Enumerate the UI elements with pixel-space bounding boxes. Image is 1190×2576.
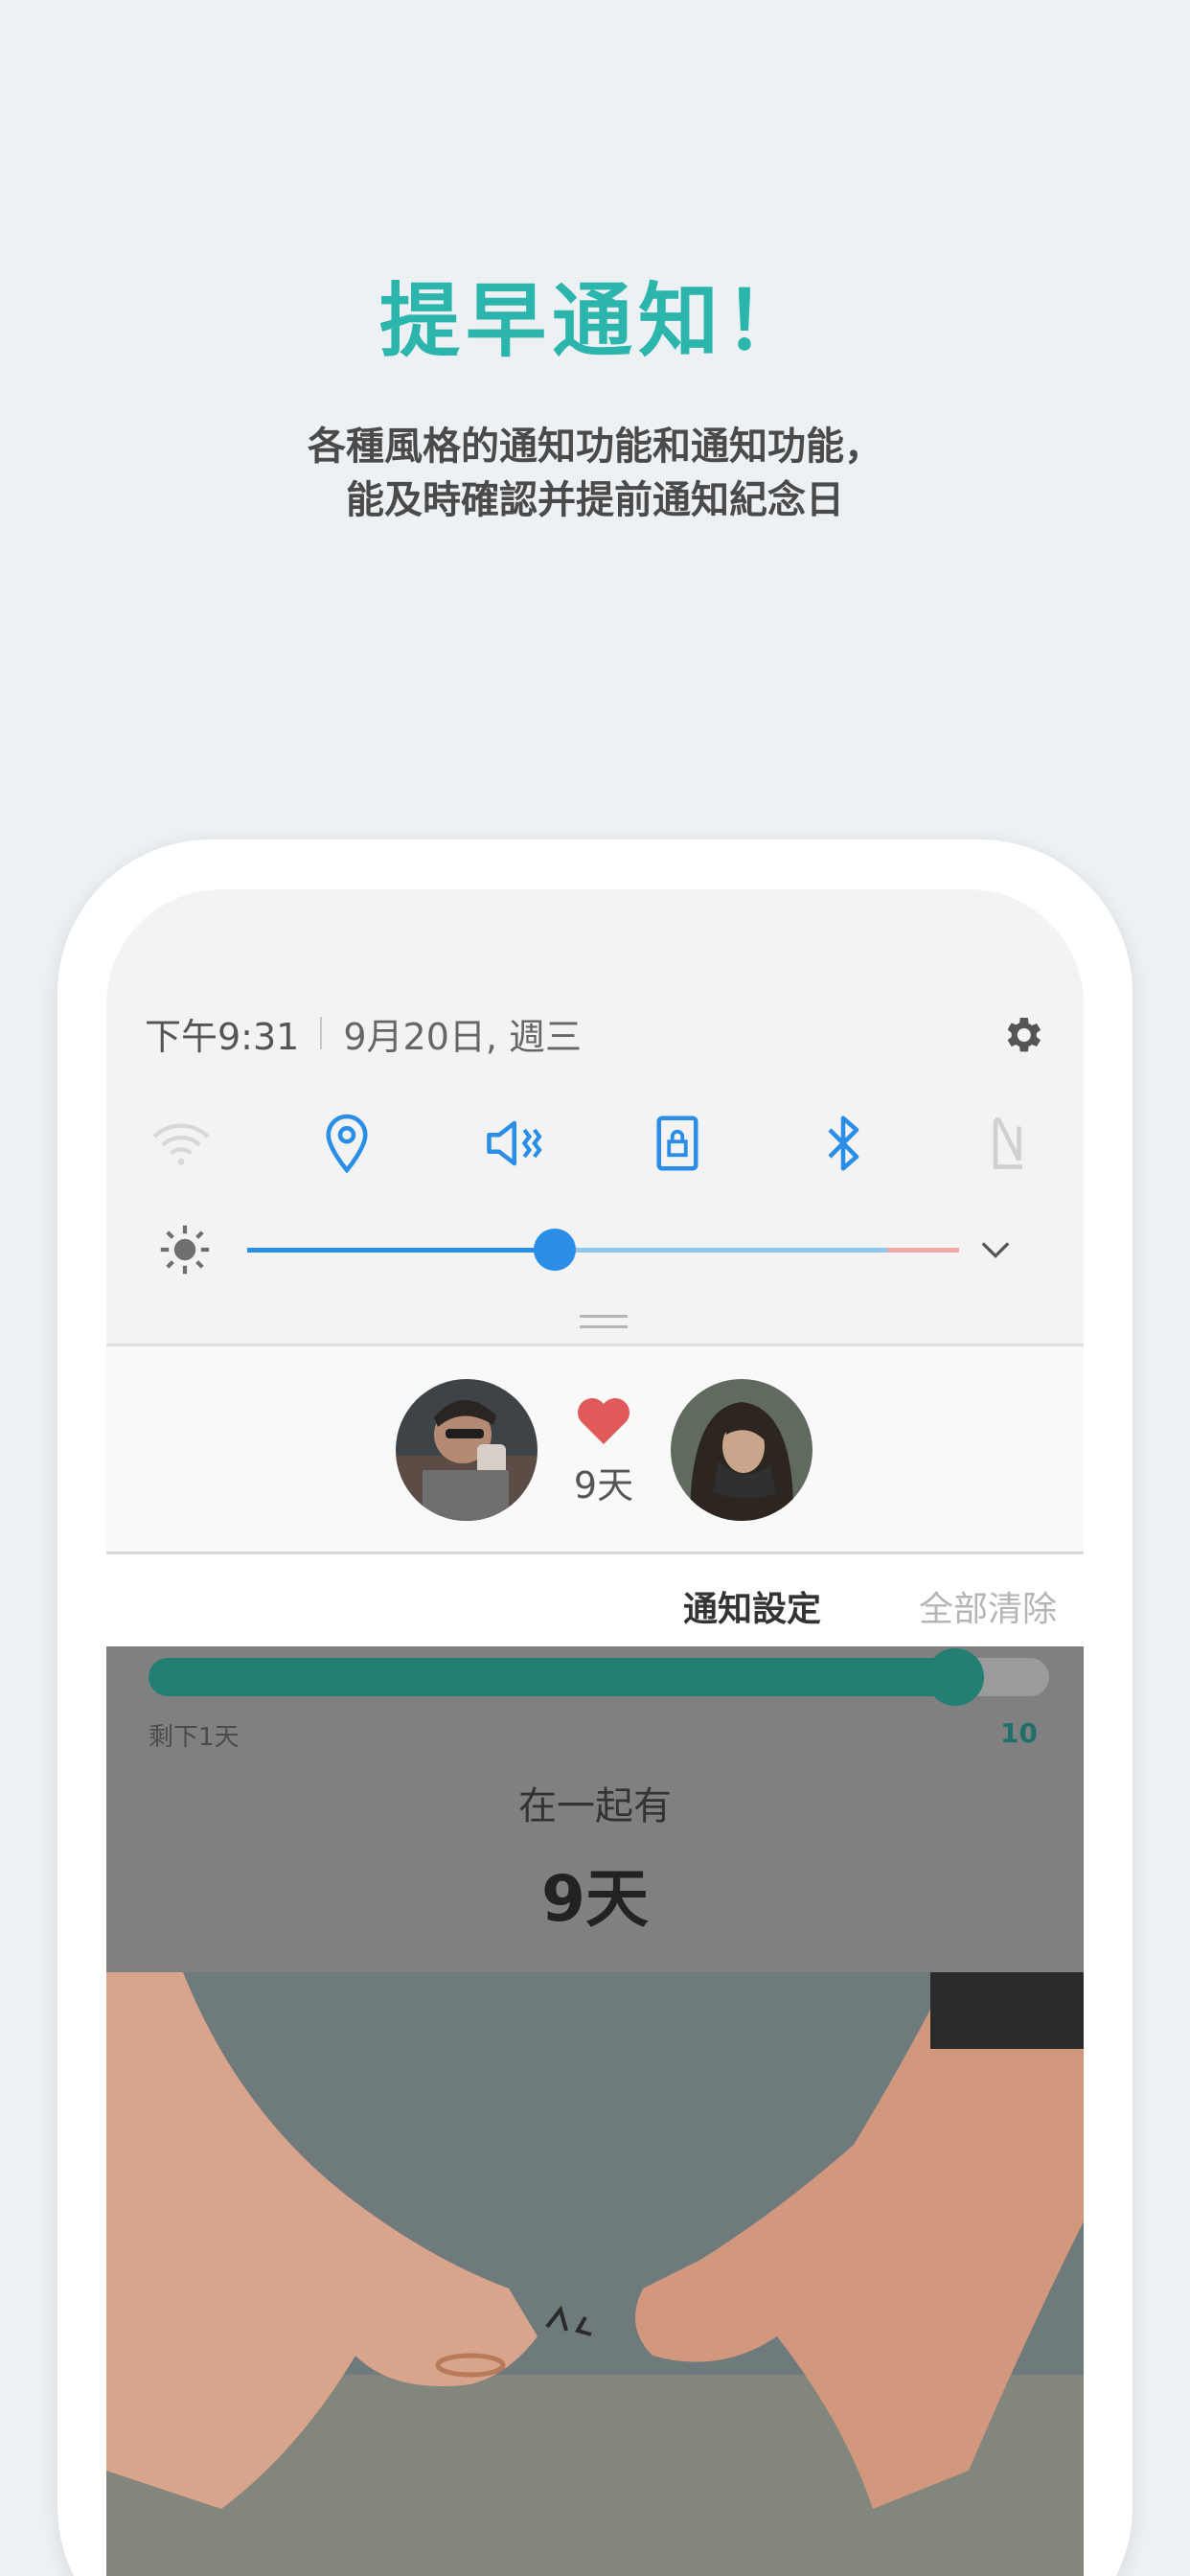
avatar-partner-1: [396, 1379, 538, 1521]
nfc-icon: [993, 1117, 1022, 1169]
progress-fill: [149, 1658, 963, 1696]
promo-subtitle-line1: 各種風格的通知功能和通知功能，: [308, 425, 882, 469]
mute-icon: [486, 1120, 542, 1166]
status-time: 下午9:31: [145, 1015, 300, 1058]
phone-screen: 下午9:31 9月20日, 週三 9天 通知設定 全部清除 剩下1天 10 在一…: [106, 889, 1084, 2576]
couple-photo: [106, 1972, 1084, 2576]
status-separator: [320, 1017, 323, 1049]
couple-days: 9天: [573, 1464, 634, 1506]
together-days: 9天: [541, 1862, 649, 1936]
bluetooth-toggle[interactable]: [807, 1107, 880, 1180]
location-icon: [326, 1114, 368, 1174]
promo-title: 提早通知！: [378, 274, 811, 368]
wifi-toggle[interactable]: [145, 1107, 217, 1180]
together-label: 在一起有: [518, 1784, 672, 1828]
brightness-row: [145, 1211, 1045, 1288]
location-toggle[interactable]: [310, 1107, 383, 1180]
bluetooth-icon: [828, 1116, 859, 1171]
status-date: 9月20日, 週三: [343, 1015, 583, 1058]
remaining-count: 10: [1000, 1717, 1038, 1749]
couple-card[interactable]: 9天: [106, 1346, 1084, 1552]
brightness-track-fill: [247, 1248, 556, 1253]
status-row: 下午9:31 9月20日, 週三: [145, 1004, 1045, 1062]
heart-icon: [578, 1398, 629, 1444]
brightness-track: [556, 1248, 887, 1253]
rotation-lock-toggle[interactable]: [641, 1107, 714, 1180]
remaining-label: 剩下1天: [149, 1723, 240, 1752]
promo-subtitle-line2: 能及時確認并提前通知紀念日: [346, 478, 844, 522]
panel-handle[interactable]: [580, 1315, 628, 1328]
notification-settings-button[interactable]: 通知設定: [683, 1581, 821, 1631]
brightness-icon: [160, 1225, 210, 1275]
brightness-track-high: [887, 1248, 959, 1253]
wifi-icon: [152, 1123, 210, 1165]
app-preview: 剩下1天 10 在一起有 9天: [106, 1646, 1084, 1972]
quick-toggles: [145, 1100, 1045, 1186]
promo-subtitle: 各種風格的通知功能和通知功能， 能及時確認并提前通知紀念日: [0, 420, 1190, 527]
nfc-toggle[interactable]: [973, 1107, 1045, 1180]
avatar-partner-2: [671, 1379, 812, 1521]
chevron-down-icon[interactable]: [974, 1229, 1017, 1271]
clear-all-button[interactable]: 全部清除: [919, 1581, 1057, 1631]
sound-toggle[interactable]: [476, 1107, 549, 1180]
brightness-slider-thumb[interactable]: [534, 1229, 576, 1271]
notification-actions: 通知設定 全部清除: [106, 1554, 1084, 1646]
gear-icon[interactable]: [999, 1012, 1045, 1058]
lock-rotate-icon: [656, 1116, 698, 1171]
progress-knob: [927, 1648, 984, 1706]
